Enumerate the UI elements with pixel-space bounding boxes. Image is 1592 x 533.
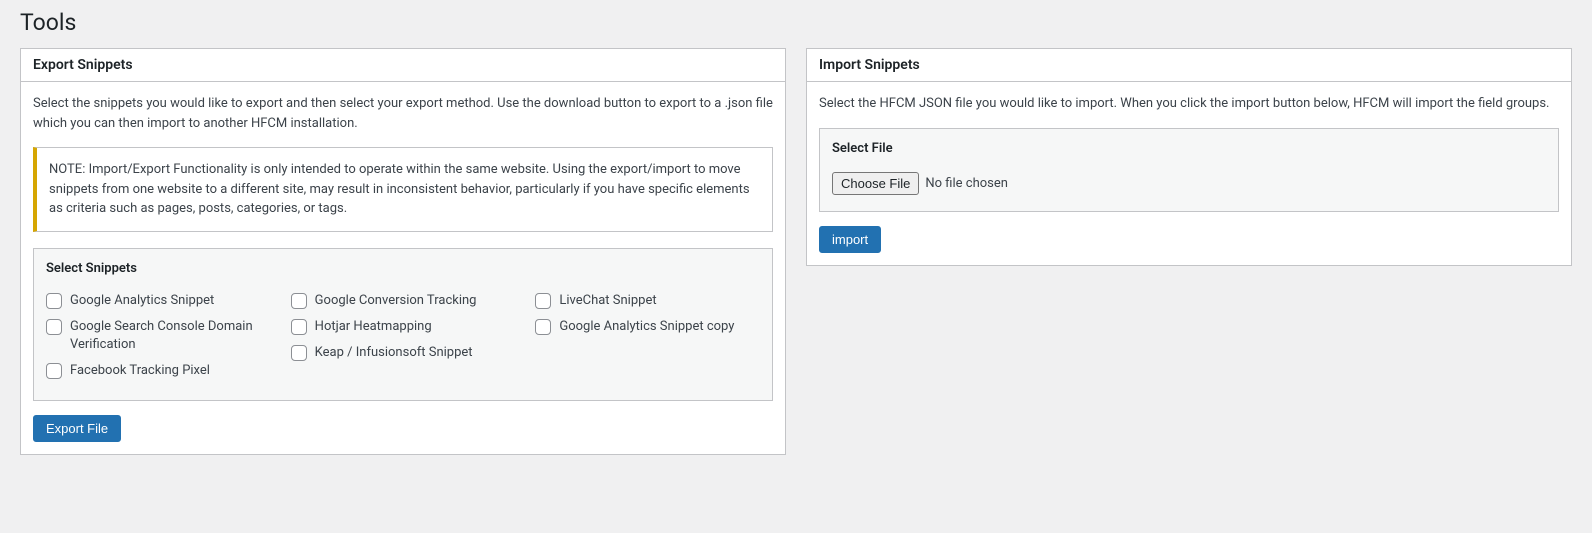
snippet-label[interactable]: Google Analytics Snippet copy	[559, 318, 734, 336]
snippet-label[interactable]: LiveChat Snippet	[559, 292, 656, 310]
snippet-checkbox[interactable]	[291, 293, 307, 309]
export-note: NOTE: Import/Export Functionality is onl…	[33, 147, 773, 232]
snippet-label[interactable]: Google Search Console Domain Verificatio…	[70, 318, 271, 354]
import-header: Import Snippets	[807, 49, 1571, 82]
select-snippets-box: Select Snippets Google Analytics Snippet…	[33, 248, 773, 402]
snippet-checkbox[interactable]	[535, 319, 551, 335]
snippet-label[interactable]: Keap / Infusionsoft Snippet	[315, 344, 473, 362]
import-panel: Import Snippets Select the HFCM JSON fil…	[806, 48, 1572, 266]
export-header: Export Snippets	[21, 49, 785, 82]
snippet-label[interactable]: Facebook Tracking Pixel	[70, 362, 210, 380]
import-description: Select the HFCM JSON file you would like…	[819, 94, 1559, 114]
snippet-checkbox[interactable]	[46, 319, 62, 335]
snippet-checkbox[interactable]	[291, 319, 307, 335]
snippet-checkbox[interactable]	[46, 293, 62, 309]
snippet-checkbox[interactable]	[46, 363, 62, 379]
export-description: Select the snippets you would like to ex…	[33, 94, 773, 133]
export-heading: Export Snippets	[33, 57, 773, 73]
snippet-checkbox[interactable]	[291, 345, 307, 361]
snippet-checkbox[interactable]	[535, 293, 551, 309]
select-snippets-title: Select Snippets	[46, 261, 760, 276]
import-heading: Import Snippets	[819, 57, 1559, 73]
snippet-label[interactable]: Hotjar Heatmapping	[315, 318, 432, 336]
choose-file-button[interactable]: Choose File	[832, 172, 919, 195]
import-button[interactable]: import	[819, 226, 881, 253]
export-file-button[interactable]: Export File	[33, 415, 121, 442]
page-title: Tools	[20, 0, 1572, 40]
snippet-label[interactable]: Google Conversion Tracking	[315, 292, 477, 310]
select-file-title: Select File	[832, 141, 1546, 156]
file-chosen-status: No file chosen	[925, 176, 1008, 191]
snippet-label[interactable]: Google Analytics Snippet	[70, 292, 214, 310]
export-panel: Export Snippets Select the snippets you …	[20, 48, 786, 455]
select-file-box: Select File Choose File No file chosen	[819, 128, 1559, 212]
